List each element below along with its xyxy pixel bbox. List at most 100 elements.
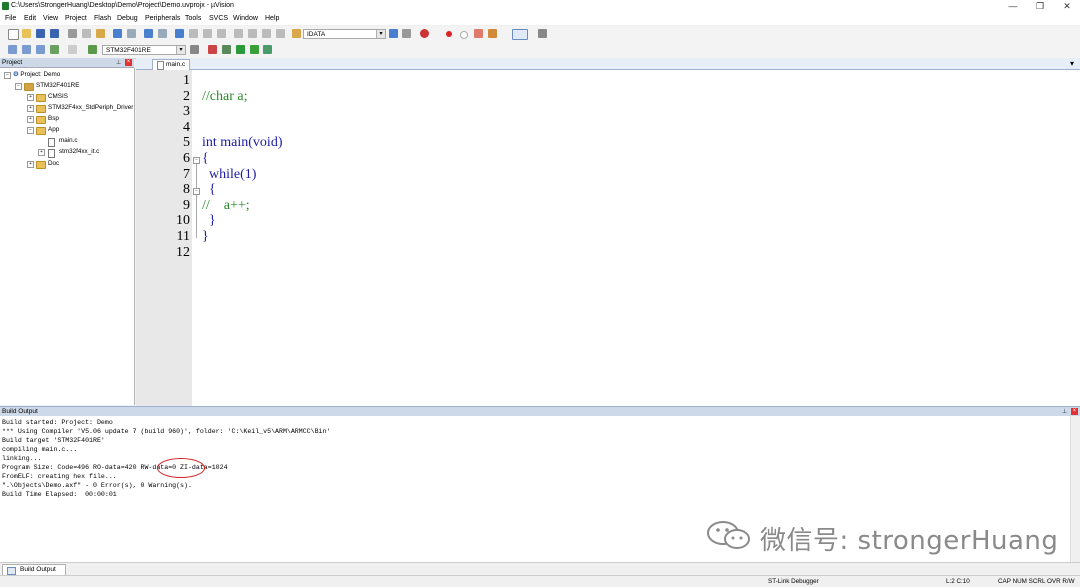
wrench-icon[interactable] [538,29,547,38]
code-editor[interactable]: 1 2 3 4 5 6 7 8 9 10 11 12 − − //char a;… [136,70,1080,406]
menu-view[interactable]: View [43,15,58,22]
close-button[interactable]: ✕ [1057,1,1077,12]
menu-help[interactable]: Help [265,15,279,22]
find-in-files-icon[interactable] [292,29,301,38]
expand-icon[interactable]: + [27,105,34,112]
build-icon[interactable] [22,45,31,54]
bookmark-icon[interactable] [175,29,184,38]
save-all-icon[interactable] [50,29,59,38]
translate-icon[interactable] [8,45,17,54]
new-file-icon[interactable] [8,29,19,40]
pin-icon[interactable]: ⊥ [116,59,121,66]
tree-item-target[interactable]: STM32F401RE [36,82,79,89]
incremental-find-icon[interactable] [402,29,411,38]
configure-icon[interactable] [488,29,497,38]
expand-icon[interactable]: + [38,149,45,156]
log-line: ".\Objects\Demo.axf" - 0 Error(s), 0 War… [2,482,192,489]
select-packs-icon[interactable] [222,45,231,54]
target-select[interactable]: STM32F401RE ▾ [102,45,186,55]
menu-edit[interactable]: Edit [24,15,36,22]
stop-build-icon[interactable] [68,45,77,54]
expand-icon[interactable]: + [27,94,34,101]
window-title: C:\Users\StrongerHuang\Desktop\Demo\Proj… [11,2,234,9]
pack-installer-icon[interactable] [250,45,259,54]
line-number: 6 [183,151,190,166]
status-debugger: ST-Link Debugger [768,578,819,585]
uncomment-icon[interactable] [276,29,285,38]
tree-item-project[interactable]: ⚙ Project: Demo [13,71,60,78]
copy-icon[interactable] [82,29,91,38]
expand-icon[interactable]: + [27,161,34,168]
build-output-scrollbar[interactable] [1070,416,1080,562]
menu-window[interactable]: Window [233,15,258,22]
next-bookmark-icon[interactable] [203,29,212,38]
chevron-down-icon[interactable]: ▾ [376,30,385,38]
find-combo[interactable]: IDATA ▾ [303,29,386,39]
close-panel-icon[interactable]: × [125,59,132,66]
menu-project[interactable]: Project [65,15,87,22]
menu-file[interactable]: File [5,15,16,22]
rebuild-icon[interactable] [36,45,45,54]
line-number: 1 [183,73,190,88]
comment-icon[interactable] [262,29,271,38]
menu-debug[interactable]: Debug [117,15,138,22]
prev-bookmark-icon[interactable] [189,29,198,38]
manage-project-items-icon[interactable] [208,45,217,54]
tree-item-cmsis[interactable]: CMSIS [48,93,68,100]
nav-forward-icon[interactable] [158,29,167,38]
tree-item-app[interactable]: App [48,126,59,133]
minimize-button[interactable]: — [1003,1,1023,11]
tree-item-main-c[interactable]: main.c [59,137,78,144]
unindent-icon[interactable] [248,29,257,38]
expand-icon[interactable]: + [27,116,34,123]
cut-icon[interactable] [68,29,77,38]
pin-icon[interactable]: ⊥ [1062,408,1067,415]
menu-flash[interactable]: Flash [94,15,111,22]
paste-icon[interactable] [96,29,105,38]
nav-back-icon[interactable] [144,29,153,38]
project-panel-header: Project ⊥ × [0,58,134,68]
log-line: Build Time Elapsed: 00:00:01 [2,491,117,498]
undo-icon[interactable] [113,29,122,38]
line-number: 7 [183,166,190,182]
tree-item-it-c[interactable]: stm32f4xx_it.c [59,148,99,155]
indent-icon[interactable] [234,29,243,38]
folder-icon [36,105,46,113]
download-icon[interactable] [88,45,97,54]
fold-guide [196,164,197,238]
target-options-icon[interactable] [190,45,199,54]
window-layout-icon[interactable] [512,29,528,40]
manage-rte-icon[interactable] [236,45,245,54]
menu-tools[interactable]: Tools [185,15,201,22]
chevron-down-icon[interactable]: ▾ [176,46,185,54]
maximize-button[interactable]: ❐ [1030,1,1050,12]
find-icon[interactable] [389,29,398,38]
debug-session-icon[interactable] [420,29,429,38]
save-icon[interactable] [36,29,45,38]
collapse-icon[interactable]: − [27,127,34,134]
close-panel-icon[interactable]: × [1071,408,1078,415]
tab-list-menu[interactable]: ▾ [1070,59,1074,68]
find-combo-value: IDATA [307,31,326,38]
clear-bookmarks-icon[interactable] [217,29,226,38]
collapse-icon[interactable]: − [4,72,11,79]
tree-item-target-label: STM32F401RE [36,82,80,89]
menu-svcs[interactable]: SVCS [209,15,228,22]
collapse-icon[interactable]: − [15,83,22,90]
folder-icon [36,116,46,124]
batch-build-icon[interactable] [50,45,59,54]
fold-toggle-icon[interactable]: − [193,188,200,195]
line-number: 5 [183,135,190,151]
kill-breakpoints-icon[interactable] [474,29,483,38]
event-recorder-icon[interactable] [263,45,272,54]
tab-main-c[interactable]: main.c [152,59,190,70]
disable-breakpoint-icon[interactable] [460,31,468,39]
tree-item-stdperiph[interactable]: STM32F4xx_StdPeriph_Driver [48,104,133,111]
breakpoint-icon[interactable] [446,31,452,37]
tree-item-doc[interactable]: Doc [48,160,59,167]
tree-item-bsp[interactable]: Bsp [48,115,59,122]
open-file-icon[interactable] [22,29,31,38]
fold-toggle-icon[interactable]: − [193,157,200,164]
redo-icon[interactable] [127,29,136,38]
menu-peripherals[interactable]: Peripherals [145,15,180,22]
